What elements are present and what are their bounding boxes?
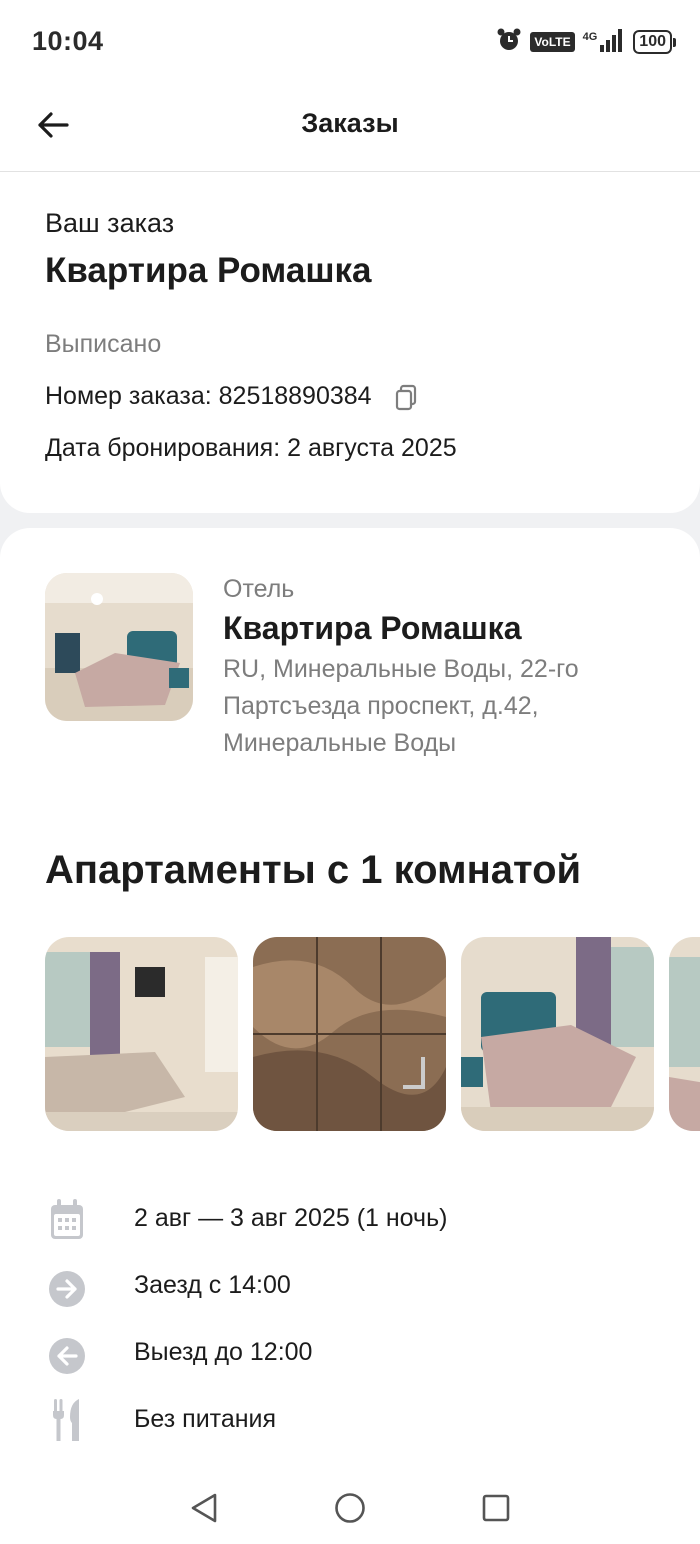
fork-knife-icon — [47, 1399, 87, 1443]
booking-date: Дата бронирования: 2 августа 2025 — [45, 434, 457, 462]
room-photo-gallery[interactable] — [45, 937, 700, 1131]
square-recents-icon — [482, 1494, 510, 1522]
nav-recents-button[interactable] — [476, 1488, 516, 1528]
copy-button[interactable] — [394, 383, 420, 411]
meal-plan: Без питания — [134, 1405, 277, 1433]
copy-icon — [395, 384, 416, 410]
order-summary-card: Ваш заказ Квартира Ромашка Выписано Номе… — [0, 173, 700, 513]
check-in-time: Заезд с 14:00 — [134, 1271, 291, 1299]
room-photo[interactable] — [45, 937, 238, 1131]
signal-icon — [599, 28, 625, 57]
room-photo[interactable] — [253, 937, 446, 1131]
battery-icon: 100 — [633, 30, 676, 54]
room-photo[interactable] — [669, 937, 700, 1131]
room-title: Апартаменты с 1 комнатой — [45, 848, 582, 892]
triangle-back-icon — [191, 1493, 217, 1523]
order-status: Выписано — [45, 330, 162, 358]
app-bar: Заказы — [0, 80, 700, 172]
order-title: Квартира Ромашка — [45, 251, 372, 290]
arrow-left-circle-icon — [47, 1332, 87, 1376]
calendar-icon — [47, 1198, 87, 1242]
dates-row: 2 авг — 3 авг 2025 (1 ночь) — [0, 1198, 700, 1248]
stay-dates: 2 авг — 3 авг 2025 (1 ночь) — [134, 1204, 448, 1232]
meal-row: Без питания — [0, 1399, 700, 1449]
order-label: Ваш заказ — [45, 208, 175, 238]
status-bar: 10:04 VoLTE 4G 100 — [0, 0, 700, 80]
page-title: Заказы — [301, 108, 399, 138]
alarm-icon — [496, 27, 522, 58]
status-time: 10:04 — [32, 26, 104, 56]
booking-details-card: Отель Квартира Ромашка RU, Минеральные В… — [0, 528, 700, 1544]
nav-back-button[interactable] — [184, 1488, 224, 1528]
network-type: 4G — [582, 31, 598, 43]
hotel-name: Квартира Ромашка — [223, 610, 522, 646]
arrow-right-circle-icon — [47, 1265, 87, 1309]
hotel-photo[interactable] — [45, 573, 193, 721]
room-photo[interactable] — [461, 937, 654, 1131]
status-icons: VoLTE 4G 100 — [496, 27, 676, 58]
hotel-type: Отель — [223, 575, 295, 603]
order-number-row: Номер заказа: 82518890384 — [45, 382, 420, 411]
order-number: Номер заказа: 82518890384 — [45, 382, 372, 410]
circle-home-icon — [335, 1493, 365, 1523]
volte-badge: VoLTE — [530, 32, 575, 52]
nav-home-button[interactable] — [330, 1488, 370, 1528]
check-in-row: Заезд с 14:00 — [0, 1265, 700, 1315]
system-nav-bar — [0, 1463, 700, 1544]
hotel-address: RU, Минеральные Воды, 22-го Партсъезда п… — [223, 655, 579, 757]
check-out-time: Выезд до 12:00 — [134, 1338, 313, 1366]
check-out-row: Выезд до 12:00 — [0, 1332, 700, 1382]
